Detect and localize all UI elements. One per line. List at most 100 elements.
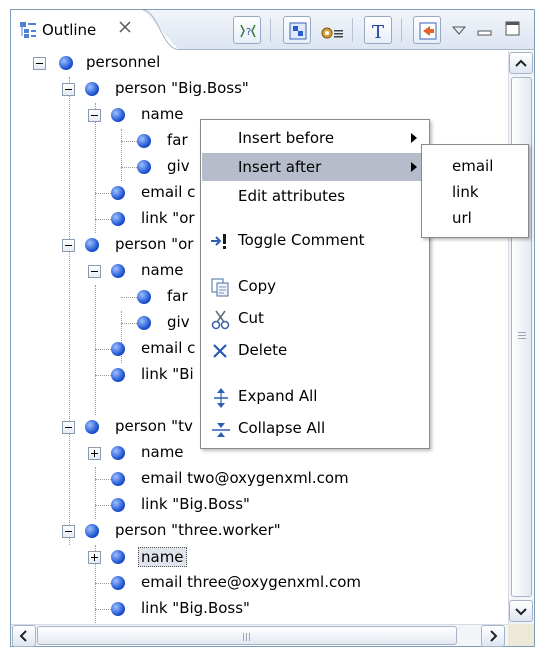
tree-connector — [95, 193, 111, 194]
menu-item-cut[interactable]: Cut — [202, 304, 429, 332]
tree-node-personnel[interactable]: personnel — [11, 51, 311, 77]
tree-node-label: link "Big.Boss" — [141, 495, 250, 513]
collapse-icon[interactable] — [62, 83, 75, 96]
menu-item-label: Delete — [238, 341, 288, 359]
element-node-icon — [111, 472, 125, 486]
tree-connector — [121, 167, 137, 168]
element-node-icon — [85, 524, 99, 538]
element-node-icon — [111, 446, 125, 460]
copy-icon — [210, 277, 230, 297]
tree-node-link[interactable]: link "Bi — [11, 363, 211, 389]
thumb-grip — [249, 633, 250, 641]
minimize-icon[interactable] — [477, 24, 493, 42]
submenu-item-url[interactable]: url — [452, 209, 472, 227]
filter-settings-button[interactable] — [319, 22, 345, 46]
collapse-icon[interactable] — [88, 265, 101, 278]
tree-node-label: name — [138, 547, 187, 567]
svg-text:?: ? — [246, 27, 251, 38]
toggle-attributes-button[interactable]: ? — [233, 16, 261, 44]
svg-text:T: T — [372, 22, 384, 41]
horizontal-scroll-thumb[interactable] — [37, 626, 457, 645]
menu-item-delete[interactable]: Delete — [202, 336, 429, 364]
collapse-icon[interactable] — [88, 109, 101, 122]
element-node-icon — [111, 342, 125, 356]
close-icon[interactable] — [118, 20, 132, 34]
element-node-icon — [137, 290, 151, 304]
scroll-up-button[interactable] — [509, 52, 533, 74]
tree-node-given[interactable]: giv — [11, 311, 211, 337]
menu-item-collapse-all[interactable]: Collapse All — [202, 414, 429, 442]
tree-node-email[interactable]: email c — [11, 181, 211, 207]
link-with-editor-button[interactable] — [413, 16, 441, 44]
menu-item-label: Cut — [238, 309, 264, 327]
tree-node-person[interactable]: person "tv — [11, 415, 211, 441]
collapse-icon[interactable] — [62, 421, 75, 434]
menu-item-copy[interactable]: Copy — [202, 272, 429, 300]
tree-node-link[interactable]: link "Big.Boss" — [11, 493, 311, 519]
menu-item-insert-after[interactable]: Insert after — [202, 153, 429, 181]
tree-node-person[interactable]: person "or — [11, 233, 211, 259]
menu-item-expand-all[interactable]: Expand All — [202, 382, 429, 410]
outline-icon — [19, 21, 37, 39]
tree-node-person[interactable]: person "Big.Boss" — [11, 77, 311, 103]
element-icon — [289, 22, 307, 40]
thumb-grip — [246, 633, 247, 641]
submenu-item-link[interactable]: link — [452, 183, 479, 201]
element-node-icon — [111, 498, 125, 512]
scroll-right-button[interactable] — [481, 625, 505, 647]
menu-item-toggle-comment[interactable]: Toggle Comment — [202, 226, 429, 254]
view-menu-chevron-icon[interactable] — [451, 22, 467, 40]
element-node-icon — [85, 238, 99, 252]
submenu-arrow-icon — [411, 133, 417, 143]
tree-node-link[interactable]: link "Big.Boss" — [11, 597, 311, 623]
element-node-icon — [111, 186, 125, 200]
horizontal-scrollbar[interactable] — [11, 624, 508, 647]
scroll-left-button[interactable] — [12, 625, 36, 647]
scroll-down-button[interactable] — [509, 600, 533, 622]
element-node-icon — [137, 316, 151, 330]
gear-icon — [321, 27, 343, 39]
element-node-icon — [85, 82, 99, 96]
collapse-icon[interactable] — [33, 57, 46, 70]
tree-node-email[interactable]: email c — [11, 337, 211, 363]
text-icon: T — [372, 22, 384, 41]
menu-item-edit-attributes[interactable]: Edit attributes — [202, 182, 429, 210]
tree-connector — [95, 375, 111, 376]
tree-node-link[interactable]: link "or — [11, 207, 211, 233]
expand-icon[interactable] — [88, 551, 101, 564]
tree-node-family[interactable]: far — [11, 129, 211, 155]
tree-node-name[interactable]: name — [11, 441, 211, 467]
submenu-item-email[interactable]: email — [452, 157, 493, 175]
tree-node-label: far — [167, 287, 188, 305]
tree-node-label: link "Bi — [141, 365, 194, 383]
show-text-button[interactable]: T — [364, 16, 392, 44]
element-node-icon — [111, 212, 125, 226]
show-elements-button[interactable] — [283, 16, 311, 44]
tree-connector — [95, 479, 111, 480]
element-node-icon — [111, 576, 125, 590]
tree-connector — [95, 583, 111, 584]
menu-separator — [207, 371, 423, 372]
collapse-icon[interactable] — [62, 239, 75, 252]
thumb-grip — [518, 335, 526, 336]
tree-node-label: email two@oxygenxml.com — [141, 469, 349, 487]
tree-node-name[interactable]: name — [11, 259, 211, 285]
element-node-icon — [111, 368, 125, 382]
tree-node-label: person "three.worker" — [115, 521, 281, 539]
menu-item-insert-before[interactable]: Insert before — [202, 124, 429, 152]
tree-node-label: person "tv — [115, 417, 193, 435]
tree-node-person[interactable]: person "three.worker" — [11, 519, 361, 545]
menu-item-label: Copy — [238, 277, 277, 295]
element-node-icon — [111, 550, 125, 564]
tree-node-name-selected[interactable]: name — [11, 545, 261, 571]
tree-node-family[interactable]: far — [11, 285, 211, 311]
expand-icon[interactable] — [88, 447, 101, 460]
tree-node-name[interactable]: name — [11, 103, 211, 129]
collapse-icon[interactable] — [62, 525, 75, 538]
tree-node-email[interactable]: email two@oxygenxml.com — [11, 467, 411, 493]
vertical-scrollbar[interactable] — [508, 51, 534, 624]
tree-node-email[interactable]: email three@oxygenxml.com — [11, 571, 411, 597]
tree-node-given[interactable]: giv — [11, 155, 211, 181]
menu-separator — [207, 215, 423, 216]
maximize-icon[interactable] — [505, 21, 521, 41]
